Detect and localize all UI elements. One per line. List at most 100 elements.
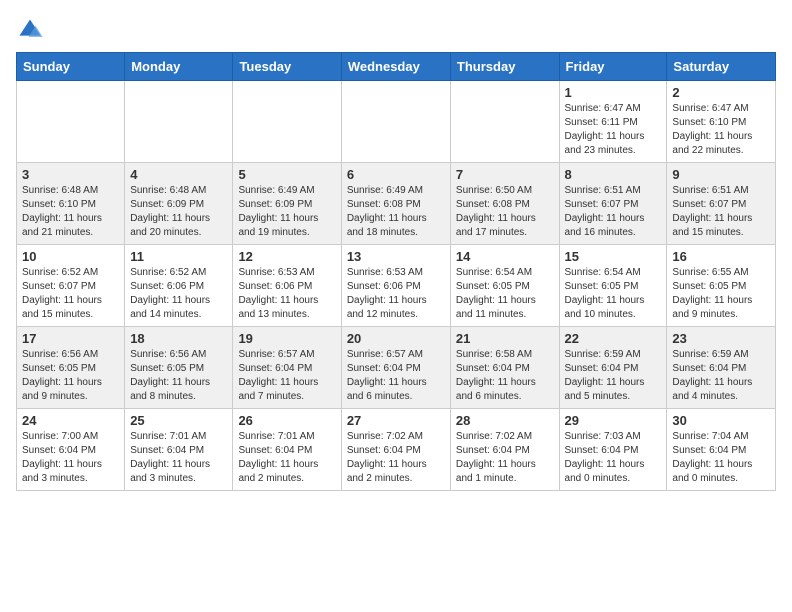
calendar-cell [125, 81, 233, 163]
day-info: Sunrise: 6:54 AM Sunset: 6:05 PM Dayligh… [456, 266, 554, 322]
day-info: Sunrise: 7:00 AM Sunset: 6:04 PM Dayligh… [22, 430, 119, 486]
calendar-cell: 16 Sunrise: 6:55 AM Sunset: 6:05 PM Dayli… [667, 245, 776, 327]
page-header [16, 16, 776, 44]
calendar-cell: 20 Sunrise: 6:57 AM Sunset: 6:04 PM Dayli… [341, 327, 450, 409]
day-info: Sunrise: 6:56 AM Sunset: 6:05 PM Dayligh… [22, 348, 119, 404]
calendar-row-5: 24Sunrise: 7:00 AM Sunset: 6:04 PM Dayli… [17, 409, 776, 491]
day-info: Sunrise: 6:50 AM Sunset: 6:08 PM Dayligh… [456, 184, 554, 240]
day-info: Sunrise: 6:47 AM Sunset: 6:10 PM Dayligh… [672, 102, 770, 158]
day-number: 26 [238, 413, 335, 428]
calendar-cell: 24Sunrise: 7:00 AM Sunset: 6:04 PM Dayli… [17, 409, 125, 491]
calendar-cell: 12 Sunrise: 6:53 AM Sunset: 6:06 PM Dayli… [233, 245, 341, 327]
calendar-cell: 30Sunrise: 7:04 AM Sunset: 6:04 PM Dayli… [667, 409, 776, 491]
day-number: 10 [22, 249, 119, 264]
day-number: 27 [347, 413, 445, 428]
calendar-cell: 4 Sunrise: 6:48 AM Sunset: 6:09 PM Daylig… [125, 163, 233, 245]
day-info: Sunrise: 7:01 AM Sunset: 6:04 PM Dayligh… [130, 430, 227, 486]
day-number: 29 [565, 413, 662, 428]
day-info: Sunrise: 7:03 AM Sunset: 6:04 PM Dayligh… [565, 430, 662, 486]
calendar-cell: 10 Sunrise: 6:52 AM Sunset: 6:07 PM Dayli… [17, 245, 125, 327]
calendar-cell [17, 81, 125, 163]
day-info: Sunrise: 6:54 AM Sunset: 6:05 PM Dayligh… [565, 266, 662, 322]
calendar-table: SundayMondayTuesdayWednesdayThursdayFrid… [16, 52, 776, 491]
day-info: Sunrise: 6:48 AM Sunset: 6:10 PM Dayligh… [22, 184, 119, 240]
calendar-cell: 17 Sunrise: 6:56 AM Sunset: 6:05 PM Dayli… [17, 327, 125, 409]
day-number: 13 [347, 249, 445, 264]
day-info: Sunrise: 6:57 AM Sunset: 6:04 PM Dayligh… [238, 348, 335, 404]
col-header-wednesday: Wednesday [341, 53, 450, 81]
calendar-cell: 18Sunrise: 6:56 AM Sunset: 6:05 PM Dayli… [125, 327, 233, 409]
calendar-cell: 9 Sunrise: 6:51 AM Sunset: 6:07 PM Daylig… [667, 163, 776, 245]
calendar-cell: 27 Sunrise: 7:02 AM Sunset: 6:04 PM Dayli… [341, 409, 450, 491]
day-info: Sunrise: 6:51 AM Sunset: 6:07 PM Dayligh… [565, 184, 662, 240]
calendar-cell: 7 Sunrise: 6:50 AM Sunset: 6:08 PM Daylig… [450, 163, 559, 245]
day-info: Sunrise: 6:49 AM Sunset: 6:09 PM Dayligh… [238, 184, 335, 240]
calendar-row-2: 3 Sunrise: 6:48 AM Sunset: 6:10 PM Daylig… [17, 163, 776, 245]
day-number: 2 [672, 85, 770, 100]
day-info: Sunrise: 6:59 AM Sunset: 6:04 PM Dayligh… [565, 348, 662, 404]
day-info: Sunrise: 6:51 AM Sunset: 6:07 PM Dayligh… [672, 184, 770, 240]
day-number: 23 [672, 331, 770, 346]
day-info: Sunrise: 6:59 AM Sunset: 6:04 PM Dayligh… [672, 348, 770, 404]
day-info: Sunrise: 6:53 AM Sunset: 6:06 PM Dayligh… [238, 266, 335, 322]
col-header-sunday: Sunday [17, 53, 125, 81]
day-info: Sunrise: 7:02 AM Sunset: 6:04 PM Dayligh… [456, 430, 554, 486]
calendar-row-4: 17 Sunrise: 6:56 AM Sunset: 6:05 PM Dayli… [17, 327, 776, 409]
calendar-cell: 29 Sunrise: 7:03 AM Sunset: 6:04 PM Dayli… [559, 409, 667, 491]
calendar-cell: 1Sunrise: 6:47 AM Sunset: 6:11 PM Daylig… [559, 81, 667, 163]
col-header-saturday: Saturday [667, 53, 776, 81]
day-info: Sunrise: 6:49 AM Sunset: 6:08 PM Dayligh… [347, 184, 445, 240]
day-number: 25 [130, 413, 227, 428]
calendar-cell: 11 Sunrise: 6:52 AM Sunset: 6:06 PM Dayli… [125, 245, 233, 327]
calendar-cell: 21 Sunrise: 6:58 AM Sunset: 6:04 PM Dayli… [450, 327, 559, 409]
day-info: Sunrise: 6:52 AM Sunset: 6:06 PM Dayligh… [130, 266, 227, 322]
day-info: Sunrise: 6:58 AM Sunset: 6:04 PM Dayligh… [456, 348, 554, 404]
day-number: 14 [456, 249, 554, 264]
calendar-cell: 23 Sunrise: 6:59 AM Sunset: 6:04 PM Dayli… [667, 327, 776, 409]
day-number: 3 [22, 167, 119, 182]
logo [16, 16, 48, 44]
day-number: 17 [22, 331, 119, 346]
col-header-tuesday: Tuesday [233, 53, 341, 81]
day-info: Sunrise: 6:52 AM Sunset: 6:07 PM Dayligh… [22, 266, 119, 322]
calendar-cell: 3 Sunrise: 6:48 AM Sunset: 6:10 PM Daylig… [17, 163, 125, 245]
day-number: 30 [672, 413, 770, 428]
day-info: Sunrise: 6:55 AM Sunset: 6:05 PM Dayligh… [672, 266, 770, 322]
day-number: 21 [456, 331, 554, 346]
day-number: 5 [238, 167, 335, 182]
day-info: Sunrise: 6:53 AM Sunset: 6:06 PM Dayligh… [347, 266, 445, 322]
day-number: 20 [347, 331, 445, 346]
day-info: Sunrise: 6:48 AM Sunset: 6:09 PM Dayligh… [130, 184, 227, 240]
header-row: SundayMondayTuesdayWednesdayThursdayFrid… [17, 53, 776, 81]
calendar-cell: 5 Sunrise: 6:49 AM Sunset: 6:09 PM Daylig… [233, 163, 341, 245]
calendar-cell [450, 81, 559, 163]
calendar-cell: 22 Sunrise: 6:59 AM Sunset: 6:04 PM Dayli… [559, 327, 667, 409]
day-number: 19 [238, 331, 335, 346]
day-info: Sunrise: 6:56 AM Sunset: 6:05 PM Dayligh… [130, 348, 227, 404]
logo-icon [16, 16, 44, 44]
calendar-cell: 13 Sunrise: 6:53 AM Sunset: 6:06 PM Dayli… [341, 245, 450, 327]
day-info: Sunrise: 6:47 AM Sunset: 6:11 PM Dayligh… [565, 102, 662, 158]
day-info: Sunrise: 7:02 AM Sunset: 6:04 PM Dayligh… [347, 430, 445, 486]
day-number: 12 [238, 249, 335, 264]
calendar-cell: 2 Sunrise: 6:47 AM Sunset: 6:10 PM Daylig… [667, 81, 776, 163]
calendar-cell: 8Sunrise: 6:51 AM Sunset: 6:07 PM Daylig… [559, 163, 667, 245]
day-number: 28 [456, 413, 554, 428]
day-info: Sunrise: 6:57 AM Sunset: 6:04 PM Dayligh… [347, 348, 445, 404]
day-info: Sunrise: 7:01 AM Sunset: 6:04 PM Dayligh… [238, 430, 335, 486]
calendar-row-3: 10 Sunrise: 6:52 AM Sunset: 6:07 PM Dayli… [17, 245, 776, 327]
calendar-cell [233, 81, 341, 163]
day-number: 22 [565, 331, 662, 346]
day-number: 9 [672, 167, 770, 182]
calendar-cell: 28 Sunrise: 7:02 AM Sunset: 6:04 PM Dayli… [450, 409, 559, 491]
calendar-cell: 26 Sunrise: 7:01 AM Sunset: 6:04 PM Dayli… [233, 409, 341, 491]
day-number: 11 [130, 249, 227, 264]
day-number: 4 [130, 167, 227, 182]
calendar-cell [341, 81, 450, 163]
calendar-row-1: 1Sunrise: 6:47 AM Sunset: 6:11 PM Daylig… [17, 81, 776, 163]
day-number: 16 [672, 249, 770, 264]
calendar-cell: 14 Sunrise: 6:54 AM Sunset: 6:05 PM Dayli… [450, 245, 559, 327]
col-header-thursday: Thursday [450, 53, 559, 81]
calendar-cell: 25 Sunrise: 7:01 AM Sunset: 6:04 PM Dayli… [125, 409, 233, 491]
day-number: 7 [456, 167, 554, 182]
